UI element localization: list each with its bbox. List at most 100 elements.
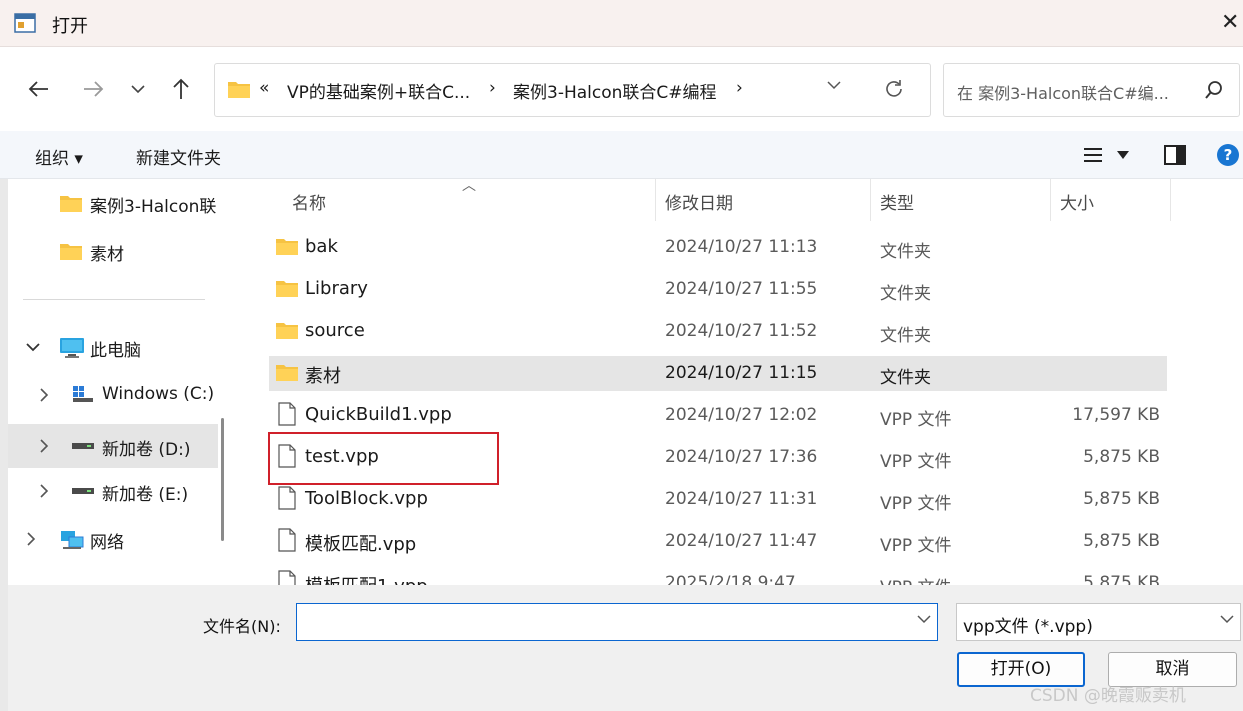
- up-button[interactable]: [167, 75, 195, 103]
- sidebar-item-label: 素材: [90, 245, 124, 265]
- file-type: VPP 文件: [880, 494, 952, 514]
- file-type: VPP 文件: [880, 573, 952, 585]
- window-title: 打开: [52, 16, 88, 37]
- refresh-icon[interactable]: [883, 78, 905, 100]
- column-divider[interactable]: [1170, 179, 1171, 221]
- sidebar-item-label: 新加卷 (E:): [102, 485, 189, 505]
- file-row[interactable]: ToolBlock.vpp 2024/10/27 11:31 VPP 文件 5,875…: [269, 482, 1167, 517]
- column-divider[interactable]: [655, 179, 656, 221]
- column-header-size[interactable]: 大小: [1060, 189, 1094, 214]
- file-row[interactable]: 模板匹配1.vpp 2025/2/18 9:47 VPP 文件 5,875 KB: [269, 566, 1167, 585]
- file-modified: 2024/10/27 11:13: [665, 237, 818, 257]
- folder-icon: [275, 320, 299, 344]
- file-name: ToolBlock.vpp: [305, 488, 428, 509]
- view-options-caret-icon[interactable]: [1117, 151, 1129, 159]
- file-type: 文件夹: [880, 326, 931, 346]
- view-list-icon[interactable]: [1083, 146, 1103, 164]
- folder-icon: [275, 362, 299, 386]
- new-folder-button[interactable]: 新建文件夹: [136, 144, 221, 169]
- file-type: 文件夹: [880, 284, 931, 304]
- chevron-down-icon: [131, 85, 145, 94]
- chevron-right-icon[interactable]: [39, 439, 49, 453]
- column-header-row: ︿ 名称 修改日期 类型 大小: [242, 179, 1243, 221]
- chevron-down-icon[interactable]: [1220, 614, 1234, 624]
- preview-pane-icon[interactable]: [1164, 145, 1186, 165]
- file-modified: 2024/10/27 12:02: [665, 405, 818, 425]
- file-icon: [277, 486, 297, 514]
- arrow-left-icon: [28, 81, 48, 97]
- watermark-text: CSDN @晚霞贩卖机: [1030, 686, 1186, 706]
- file-type: 文件夹: [880, 242, 931, 262]
- file-icon: [277, 528, 297, 556]
- file-type-filter-select[interactable]: vpp文件 (*.vpp): [956, 603, 1241, 641]
- network-icon: [61, 531, 84, 549]
- drive-icon: [72, 443, 94, 449]
- back-button[interactable]: [25, 75, 53, 103]
- column-divider[interactable]: [870, 179, 871, 221]
- breadcrumb-separator[interactable]: ›: [736, 78, 743, 98]
- navigation-pane: 案例3-Halcon联 素材 此电脑 Windows (C:) 新加卷 (D:)…: [8, 179, 218, 585]
- breadcrumb-overflow[interactable]: «: [259, 78, 269, 98]
- chevron-right-icon[interactable]: [26, 532, 36, 546]
- navigation-bar: « VP的基础案例+联合C... › 案例3-Halcon联合C#编程 › 在 …: [0, 47, 1243, 131]
- filename-input[interactable]: [301, 605, 901, 639]
- file-row[interactable]: 素材 2024/10/27 11:15 文件夹: [269, 356, 1167, 391]
- sidebar-item-drive-d[interactable]: 新加卷 (D:): [8, 424, 218, 468]
- app-window-icon: [14, 13, 36, 33]
- column-divider[interactable]: [1050, 179, 1051, 221]
- file-row[interactable]: QuickBuild1.vpp 2024/10/27 12:02 VPP 文件 17,…: [269, 398, 1167, 433]
- file-size: 5,875 KB: [1083, 489, 1160, 509]
- sidebar-item-this-pc[interactable]: 此电脑: [8, 328, 218, 366]
- chevron-right-icon[interactable]: [39, 484, 49, 498]
- search-icon[interactable]: [1204, 80, 1224, 100]
- chevron-right-icon[interactable]: [39, 388, 49, 402]
- organize-button[interactable]: 组织 ▾: [35, 144, 83, 169]
- column-header-name[interactable]: 名称: [292, 189, 326, 214]
- sidebar-item-drive-c[interactable]: Windows (C:): [8, 376, 218, 414]
- filename-field[interactable]: [296, 603, 938, 641]
- sidebar-item-network[interactable]: 网络: [8, 520, 218, 558]
- arrow-up-icon: [173, 78, 189, 99]
- sidebar-scrollbar[interactable]: [221, 418, 224, 541]
- recent-locations-button[interactable]: [124, 75, 152, 103]
- file-row[interactable]: 模板匹配.vpp 2024/10/27 11:47 VPP 文件 5,875 KB: [269, 524, 1167, 559]
- column-header-modified[interactable]: 修改日期: [665, 189, 733, 214]
- sidebar-item-drive-e[interactable]: 新加卷 (E:): [8, 472, 218, 510]
- file-modified: 2024/10/27 11:31: [665, 489, 818, 509]
- search-placeholder: 在 案例3-Halcon联合C#编...: [957, 84, 1169, 103]
- folder-icon: [275, 278, 299, 302]
- drive-icon: [72, 488, 94, 494]
- windows-drive-icon: [73, 386, 93, 402]
- file-icon: [277, 570, 297, 585]
- file-size: 5,875 KB: [1083, 531, 1160, 551]
- column-header-type[interactable]: 类型: [880, 189, 914, 214]
- chevron-down-icon[interactable]: [26, 342, 40, 352]
- forward-button[interactable]: [79, 75, 107, 103]
- file-modified: 2025/2/18 9:47: [665, 573, 796, 585]
- close-icon[interactable]: ✕: [1221, 10, 1241, 36]
- file-row[interactable]: source 2024/10/27 11:52 文件夹: [269, 314, 1167, 349]
- sidebar-item-label: Windows (C:): [102, 384, 215, 404]
- file-name: 素材: [305, 366, 341, 387]
- command-bar: 组织 ▾ 新建文件夹 ?: [0, 131, 1243, 179]
- file-type: VPP 文件: [880, 536, 952, 556]
- sidebar-item-material-folder[interactable]: 素材: [8, 232, 218, 270]
- sidebar-item-case3-folder[interactable]: 案例3-Halcon联: [8, 184, 218, 222]
- folder-icon: [228, 82, 250, 98]
- breadcrumb-separator[interactable]: ›: [489, 78, 496, 98]
- address-bar[interactable]: « VP的基础案例+联合C... › 案例3-Halcon联合C#编程 ›: [214, 63, 931, 117]
- file-icon: [277, 402, 297, 430]
- breadcrumb-item[interactable]: VP的基础案例+联合C...: [287, 78, 470, 103]
- folder-icon: [60, 196, 82, 212]
- highlight-annotation-box: [268, 432, 499, 485]
- sidebar-item-label: 网络: [90, 533, 124, 553]
- search-box[interactable]: 在 案例3-Halcon联合C#编...: [943, 63, 1240, 117]
- breadcrumb-item-current[interactable]: 案例3-Halcon联合C#编程: [513, 78, 717, 103]
- chevron-down-icon[interactable]: [827, 80, 841, 90]
- file-name: Library: [305, 278, 368, 299]
- file-row[interactable]: bak 2024/10/27 11:13 文件夹: [269, 230, 1167, 265]
- help-icon[interactable]: ?: [1216, 143, 1240, 167]
- file-row[interactable]: Library 2024/10/27 11:55 文件夹: [269, 272, 1167, 307]
- file-size: 5,875 KB: [1083, 447, 1160, 467]
- chevron-down-icon[interactable]: [917, 614, 931, 624]
